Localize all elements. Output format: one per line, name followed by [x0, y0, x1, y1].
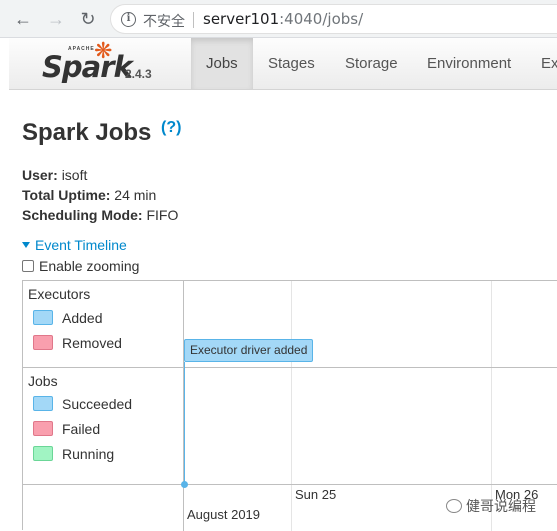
browser-toolbar: ← → ↻ i 不安全 server101:4040/jobs/	[0, 0, 557, 38]
watermark-text: 健哥说编程	[466, 498, 536, 514]
reload-icon[interactable]: ↻	[77, 8, 99, 30]
spark-logo[interactable]: APACHE Spark ❋ 2.4.3	[42, 38, 192, 90]
triangle-down-icon	[22, 242, 30, 248]
security-label[interactable]: 不安全	[143, 11, 185, 31]
scheduling-info: Scheduling Mode: FIFO	[22, 207, 178, 223]
event-timeline-toggle[interactable]: Event Timeline	[22, 237, 127, 253]
spark-star-icon: ❋	[94, 38, 113, 63]
legend-added-label: Added	[62, 310, 103, 326]
user-value: isoft	[61, 167, 88, 183]
legend-failed-swatch	[33, 421, 53, 436]
legend-failed-label: Failed	[62, 421, 101, 437]
timeline-gridline	[291, 281, 292, 531]
spark-navbar: APACHE Spark ❋ 2.4.3 Jobs Stages Storage…	[9, 38, 557, 90]
legend-removed-label: Removed	[62, 335, 122, 351]
tab-executors[interactable]: Ex	[526, 38, 557, 89]
executors-title: Executors	[28, 286, 91, 302]
legend-removed-swatch	[33, 335, 53, 350]
jobs-group: Jobs Succeeded Failed Running	[23, 368, 184, 484]
help-link[interactable]: (?)	[161, 119, 181, 137]
watermark: 健哥说编程	[446, 496, 536, 516]
zoom-checkbox[interactable]	[22, 260, 34, 272]
axis-label-column	[23, 485, 184, 531]
legend-running-label: Running	[62, 446, 115, 462]
timeline-gridline	[491, 281, 492, 531]
scheduling-label: Scheduling Mode:	[22, 207, 143, 223]
legend-removed: Removed	[33, 335, 122, 351]
tab-environment[interactable]: Environment	[412, 38, 526, 89]
address-bar[interactable]: i 不安全 server101:4040/jobs/	[110, 4, 557, 34]
tab-jobs[interactable]: Jobs	[191, 38, 253, 89]
url-path: :4040/jobs/	[279, 10, 364, 28]
event-marker-dot[interactable]	[181, 481, 188, 488]
event-timeline-label: Event Timeline	[35, 237, 127, 253]
legend-succeeded-label: Succeeded	[62, 396, 133, 412]
url-host: server101	[203, 10, 280, 28]
wechat-icon	[446, 499, 462, 513]
legend-running-swatch	[33, 446, 53, 461]
axis-tick-sun25: Sun 25	[295, 487, 337, 502]
executor-added-event[interactable]: Executor driver added	[184, 339, 314, 362]
zoom-label[interactable]: Enable zooming	[39, 258, 139, 274]
executors-group: Executors Added Removed	[23, 281, 184, 367]
legend-added-swatch	[33, 310, 53, 325]
legend-added: Added	[33, 310, 102, 326]
event-timeline[interactable]: Executors Added Removed Jobs Succeeded F…	[22, 280, 557, 531]
legend-succeeded-swatch	[33, 396, 53, 411]
spark-version: 2.4.3	[125, 67, 152, 81]
url-text[interactable]: server101:4040/jobs/	[203, 10, 363, 28]
tab-storage[interactable]: Storage	[330, 38, 413, 89]
logo-spark-text: Spark	[42, 50, 133, 84]
zoom-control: Enable zooming	[22, 258, 139, 274]
user-info: User: isoft	[22, 167, 87, 183]
page-title: Spark Jobs	[22, 119, 152, 146]
tab-stages[interactable]: Stages	[253, 38, 330, 89]
uptime-info: Total Uptime: 24 min	[22, 187, 156, 203]
uptime-value: 24 min	[114, 187, 157, 203]
scheduling-value: FIFO	[146, 207, 179, 223]
user-label: User:	[22, 167, 58, 183]
legend-succeeded: Succeeded	[33, 396, 132, 412]
event-marker-line	[184, 362, 185, 484]
arrow-right-icon[interactable]: →	[45, 8, 67, 30]
arrow-left-icon[interactable]: ←	[12, 8, 34, 30]
uptime-label: Total Uptime:	[22, 187, 111, 203]
axis-month-label: August 2019	[187, 507, 261, 522]
info-icon[interactable]: i	[121, 12, 136, 27]
legend-running: Running	[33, 446, 114, 462]
legend-failed: Failed	[33, 421, 100, 437]
jobs-title: Jobs	[28, 373, 58, 389]
omnibox-separator	[193, 12, 194, 28]
